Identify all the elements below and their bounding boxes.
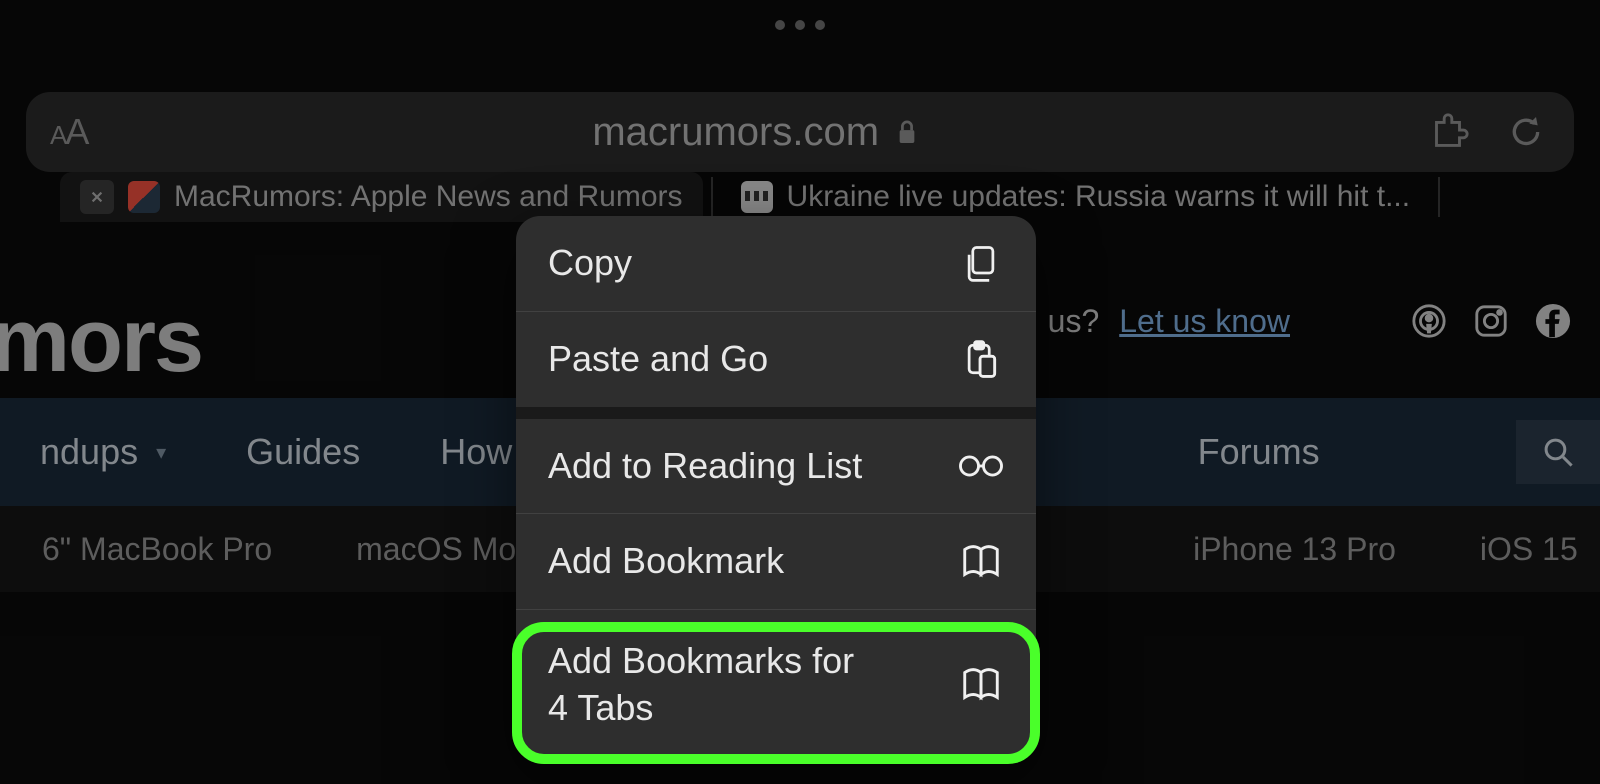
dot-icon — [795, 20, 805, 30]
tab-macrumors[interactable]: MacRumors: Apple News and Rumors — [60, 172, 703, 222]
url-text: macrumors.com — [592, 110, 879, 155]
dot-icon — [815, 20, 825, 30]
nav-label: Forums — [1198, 431, 1320, 473]
nav-search-button[interactable] — [1516, 420, 1600, 484]
book-icon — [958, 662, 1004, 708]
context-label: Copy — [548, 240, 632, 287]
drag-handle[interactable] — [775, 20, 825, 30]
favicon-icon — [741, 181, 773, 213]
nav-guides[interactable]: Guides — [206, 431, 400, 473]
subnav-item[interactable]: iPhone 13 Pro — [1151, 531, 1438, 568]
tab-separator — [1438, 177, 1440, 217]
tab-label: Ukraine live updates: Russia warns it wi… — [787, 180, 1411, 214]
url-container[interactable]: macrumors.com — [87, 110, 1424, 155]
glasses-icon — [958, 443, 1004, 489]
reader-aa-button[interactable]: AA — [50, 111, 87, 153]
tab-separator — [711, 177, 713, 217]
subnav-item[interactable]: 6" MacBook Pro — [0, 531, 314, 568]
nav-label: Guides — [246, 431, 360, 473]
let-us-know-link[interactable]: Let us know — [1119, 303, 1290, 340]
facebook-icon[interactable] — [1534, 302, 1572, 340]
nav-label: ndups — [40, 431, 138, 473]
tab-label: MacRumors: Apple News and Rumors — [174, 180, 683, 214]
context-reading-list[interactable]: Add to Reading List — [516, 419, 1036, 515]
favicon-icon — [128, 181, 160, 213]
tabs-row: MacRumors: Apple News and Rumors Ukraine… — [0, 172, 1600, 222]
context-paste-go[interactable]: Paste and Go — [516, 312, 1036, 407]
context-label: Add Bookmarks for 4 Tabs — [548, 638, 868, 732]
close-tab-button[interactable] — [80, 180, 114, 214]
context-label: Add Bookmark — [548, 538, 784, 585]
site-logo-partial: mors — [0, 290, 202, 393]
podcast-icon[interactable] — [1410, 302, 1448, 340]
subnav-item[interactable]: iOS 15 — [1438, 531, 1600, 568]
top-linkbar: us? Let us know — [1048, 302, 1600, 340]
tab-news[interactable]: Ukraine live updates: Russia warns it wi… — [721, 172, 1431, 222]
reload-icon[interactable] — [1502, 108, 1550, 156]
instagram-icon[interactable] — [1472, 302, 1510, 340]
address-bar[interactable]: AA macrumors.com — [26, 92, 1574, 172]
context-label: Paste and Go — [548, 336, 768, 383]
topbar-text: us? — [1048, 303, 1100, 340]
context-label: Add to Reading List — [548, 443, 862, 490]
menu-separator — [516, 407, 1036, 419]
chevron-down-icon: ▾ — [156, 440, 166, 465]
context-copy[interactable]: Copy — [516, 216, 1036, 312]
dot-icon — [775, 20, 785, 30]
extensions-icon[interactable] — [1424, 108, 1472, 156]
book-icon — [958, 539, 1004, 585]
context-add-bookmarks-tabs[interactable]: Add Bookmarks for 4 Tabs — [516, 610, 1036, 760]
lock-icon — [895, 118, 919, 146]
context-add-bookmark[interactable]: Add Bookmark — [516, 514, 1036, 610]
clipboard-icon — [958, 336, 1004, 382]
copy-icon — [958, 240, 1004, 286]
nav-forums[interactable]: Forums — [1158, 431, 1360, 473]
nav-roundups[interactable]: ndups ▾ — [0, 431, 206, 473]
context-menu: Copy Paste and Go Add to Read — [516, 216, 1036, 760]
